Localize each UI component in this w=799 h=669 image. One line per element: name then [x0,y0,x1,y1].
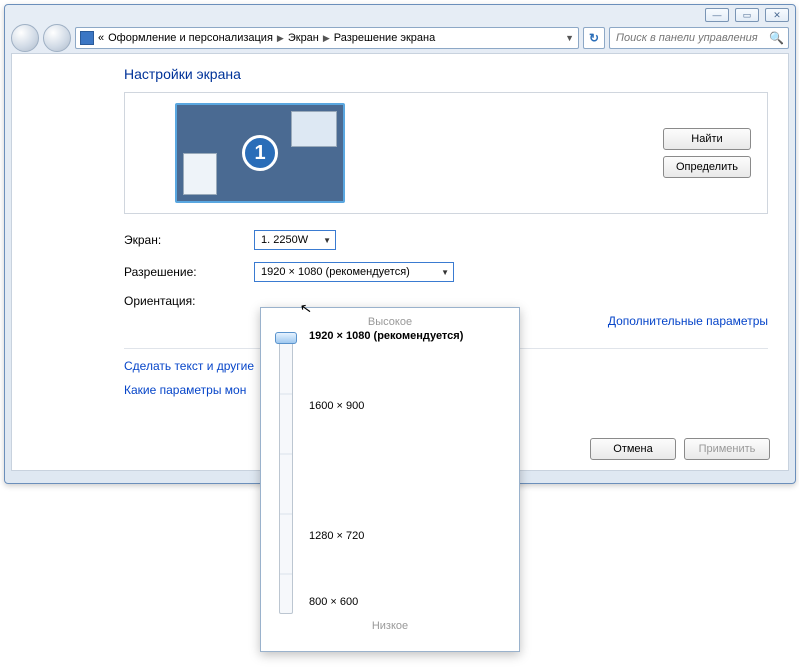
address-bar[interactable]: « Оформление и персонализация ▶ Экран ▶ … [75,27,579,49]
slider-high-label: Высокое [271,316,509,328]
breadcrumb-item[interactable]: Разрешение экрана [334,32,435,44]
chevron-right-icon: ▶ [323,33,330,44]
resolution-value: 1920 × 1080 (рекомендуется) [261,266,410,278]
screen-value: 1. 2250W [261,234,308,246]
page-title: Настройки экрана [124,66,768,82]
back-button[interactable] [11,24,39,52]
slider-thumb[interactable] [275,332,297,344]
left-margin [12,54,124,470]
search-bar[interactable]: 🔍 [609,27,789,49]
resolution-option[interactable]: 800 × 600 [309,596,358,608]
monitor-number: 1 [242,135,278,171]
minimize-button[interactable]: — [705,8,729,22]
resolution-row: Разрешение: 1920 × 1080 (рекомендуется) [124,262,768,282]
breadcrumb-item[interactable]: Экран [288,32,319,44]
resolution-option[interactable]: 1920 × 1080 (рекомендуется) [309,330,463,342]
breadcrumb-item[interactable]: Оформление и персонализация [108,32,273,44]
control-panel-icon [80,31,94,45]
resolution-popup: Высокое 1920 × 1080 (рекомендуется) 1600… [260,307,520,652]
dialog-buttons: Отмена Применить [590,438,770,460]
chevron-right-icon: ▶ [277,33,284,44]
resolution-options: 1920 × 1080 (рекомендуется) 1600 × 900 1… [309,330,509,620]
breadcrumb-prefix: « [98,32,104,44]
toolbar: « Оформление и персонализация ▶ Экран ▶ … [5,23,795,53]
orientation-row: Ориентация: [124,294,768,308]
resolution-option[interactable]: 1600 × 900 [309,400,364,412]
close-button[interactable]: ✕ [765,8,789,22]
monitor-preview-box: 1 Найти Определить [124,92,768,214]
find-button[interactable]: Найти [663,128,751,150]
screen-label: Экран: [124,233,254,247]
screen-combo[interactable]: 1. 2250W [254,230,336,250]
search-input[interactable] [614,31,769,45]
title-bar: — ▭ ✕ [5,5,795,23]
maximize-button[interactable]: ▭ [735,8,759,22]
cancel-button[interactable]: Отмена [590,438,676,460]
search-icon[interactable]: 🔍 [769,31,784,45]
slider-wrap: 1920 × 1080 (рекомендуется) 1600 × 900 1… [271,330,509,620]
resolution-combo[interactable]: 1920 × 1080 (рекомендуется) [254,262,454,282]
resolution-label: Разрешение: [124,265,254,279]
identify-button[interactable]: Определить [663,156,751,178]
resolution-option[interactable]: 1280 × 720 [309,530,364,542]
forward-button[interactable] [43,24,71,52]
window-thumbnail-icon [183,153,217,195]
resolution-slider[interactable] [279,334,293,614]
slider-low-label: Низкое [271,620,509,632]
apply-button[interactable]: Применить [684,438,770,460]
refresh-button[interactable]: ↻ [583,27,605,49]
monitor-actions: Найти Определить [663,128,751,178]
window-thumbnail-icon [291,111,337,147]
monitor-preview[interactable]: 1 [175,103,345,203]
orientation-label: Ориентация: [124,294,254,308]
screen-row: Экран: 1. 2250W [124,230,768,250]
address-dropdown-icon[interactable]: ▼ [565,33,574,43]
